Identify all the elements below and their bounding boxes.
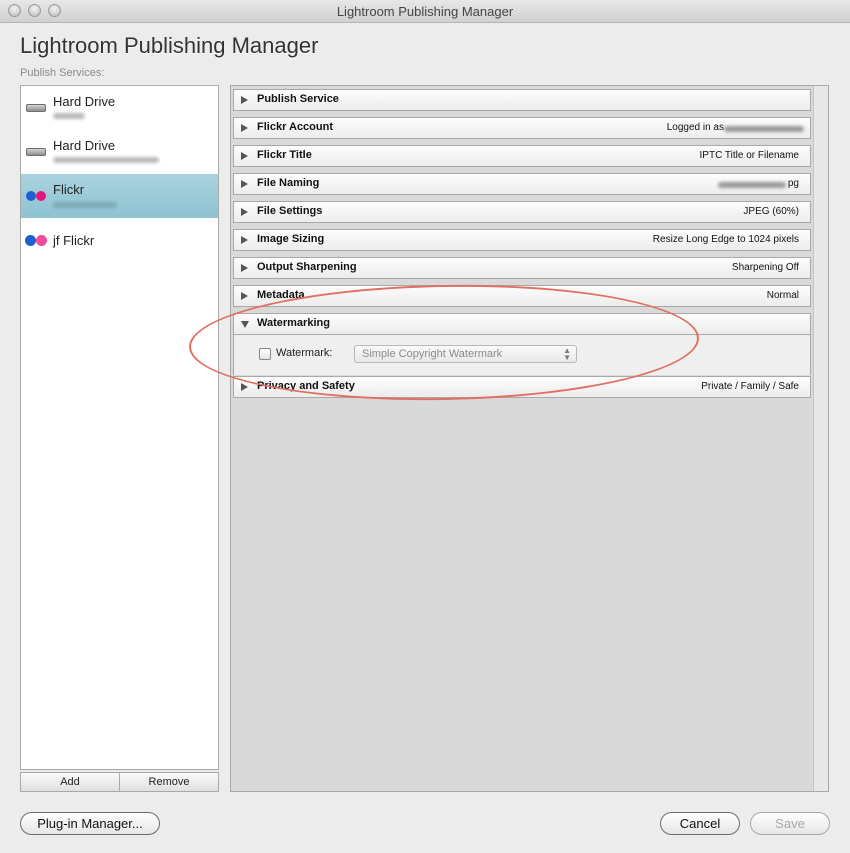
select-arrows-icon: ▲ ▼ — [563, 346, 571, 362]
flickr-icon-dot — [36, 235, 47, 246]
redacted-text — [53, 202, 117, 208]
add-service-button[interactable]: Add — [21, 773, 119, 791]
service-item-hard-drive-2[interactable]: Hard Drive — [21, 130, 218, 174]
section-metadata[interactable]: Metadata Normal — [233, 285, 811, 307]
section-title: Output Sharpening — [257, 261, 357, 273]
redacted-text — [718, 182, 786, 188]
flickr-icon — [25, 235, 36, 246]
section-summary: JPEG (60%) — [743, 206, 799, 217]
section-title: Metadata — [257, 289, 305, 301]
publish-services-label: Publish Services: — [20, 67, 105, 79]
hard-drive-icon — [26, 148, 46, 156]
disclosure-triangle-icon — [241, 180, 248, 188]
remove-service-button[interactable]: Remove — [119, 773, 218, 791]
disclosure-triangle-icon — [241, 383, 248, 391]
disclosure-triangle-icon — [241, 292, 248, 300]
scrollbar[interactable] — [813, 86, 828, 791]
section-publish-service[interactable]: Publish Service — [233, 89, 811, 111]
section-file-naming[interactable]: File Naming pg — [233, 173, 811, 195]
section-title: Privacy and Safety — [257, 380, 355, 392]
service-item-jf-flickr[interactable]: jf Flickr — [21, 218, 218, 262]
redacted-text — [53, 113, 85, 119]
service-name: Flickr — [53, 182, 85, 197]
redacted-text — [724, 126, 804, 132]
section-title: Publish Service — [257, 93, 339, 105]
section-flickr-title[interactable]: Flickr Title IPTC Title or Filename — [233, 145, 811, 167]
section-output-sharpening[interactable]: Output Sharpening Sharpening Off — [233, 257, 811, 279]
save-button[interactable]: Save — [750, 812, 830, 835]
section-file-settings[interactable]: File Settings JPEG (60%) — [233, 201, 811, 223]
service-name: jf Flickr — [53, 233, 95, 248]
section-title: Image Sizing — [257, 233, 325, 245]
service-name: Hard Drive — [53, 94, 116, 109]
section-title: Watermarking — [257, 317, 330, 329]
flickr-icon — [26, 191, 36, 201]
settings-panel: Publish Service Flickr Account Logged in… — [230, 85, 829, 792]
section-title: File Settings — [257, 205, 323, 217]
disclosure-triangle-icon — [241, 124, 248, 132]
section-summary: Normal — [766, 290, 799, 301]
disclosure-triangle-open-icon — [241, 321, 249, 328]
section-summary: IPTC Title or Filename — [699, 150, 799, 161]
service-buttons: Add Remove — [20, 772, 219, 792]
disclosure-triangle-icon — [241, 236, 248, 244]
section-title: Flickr Title — [257, 149, 312, 161]
window-title: Lightroom Publishing Manager — [336, 4, 514, 19]
plugin-manager-button[interactable]: Plug-in Manager... — [20, 812, 160, 835]
hard-drive-icon — [26, 104, 46, 112]
service-name: Hard Drive — [53, 138, 116, 153]
service-item-hard-drive-1[interactable]: Hard Drive — [21, 86, 218, 130]
section-summary: Resize Long Edge to 1024 pixels — [652, 234, 799, 245]
section-summary: Sharpening Off — [731, 262, 799, 273]
section-summary: Logged in as — [666, 122, 724, 133]
flickr-icon-dot — [36, 191, 46, 201]
section-image-sizing[interactable]: Image Sizing Resize Long Edge to 1024 pi… — [233, 229, 811, 251]
disclosure-triangle-icon — [241, 152, 248, 160]
watermark-label: Watermark: — [276, 347, 333, 359]
section-flickr-account[interactable]: Flickr Account Logged in as — [233, 117, 811, 139]
section-watermarking[interactable]: Watermarking — [233, 313, 811, 335]
disclosure-triangle-icon — [241, 208, 248, 216]
disclosure-triangle-icon — [241, 96, 248, 104]
service-item-flickr[interactable]: Flickr — [21, 174, 218, 218]
page-title: Lightroom Publishing Manager — [20, 33, 319, 58]
watermark-select[interactable]: Simple Copyright Watermark ▲ ▼ — [354, 345, 577, 363]
section-summary: pg — [787, 178, 799, 189]
publish-services-list: Hard Drive Hard Drive Flickr jf Flickr — [20, 85, 219, 770]
cancel-button[interactable]: Cancel — [660, 812, 740, 835]
redacted-text — [53, 157, 159, 163]
section-privacy-and-safety[interactable]: Privacy and Safety Private / Family / Sa… — [233, 376, 811, 398]
watermark-checkbox[interactable] — [259, 348, 271, 360]
section-summary: Private / Family / Safe — [701, 381, 799, 392]
section-title: Flickr Account — [257, 121, 333, 133]
disclosure-triangle-icon — [241, 264, 248, 272]
watermark-select-value: Simple Copyright Watermark — [362, 348, 503, 360]
section-title: File Naming — [257, 177, 320, 189]
watermarking-body: Watermark: Simple Copyright Watermark ▲ ▼ — [233, 335, 811, 375]
title-bar: Lightroom Publishing Manager — [0, 0, 850, 23]
